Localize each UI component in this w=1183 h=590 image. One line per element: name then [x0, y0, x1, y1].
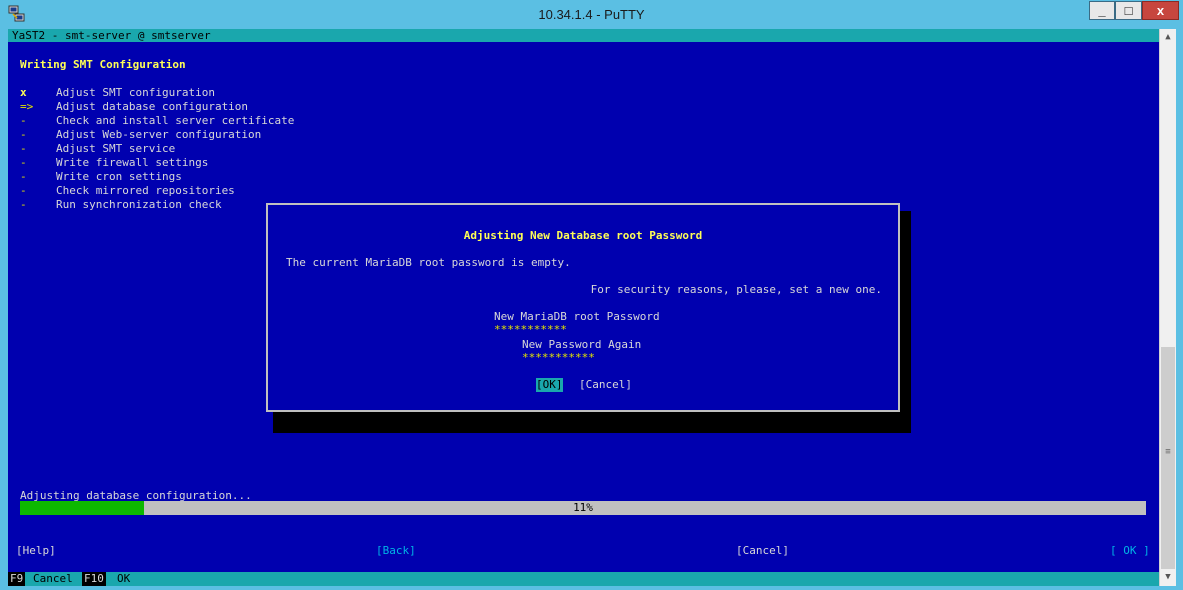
window-title: 10.34.1.4 - PuTTY [538, 7, 645, 22]
dialog-message-security: For security reasons, please, set a new … [590, 283, 882, 296]
function-key-bar: F9 Cancel F10 OK [8, 572, 1159, 586]
step-mark: x [20, 86, 27, 99]
header-text: YaST2 - smt-server @ smtserver [12, 29, 211, 42]
minimize-button[interactable]: _ [1089, 1, 1115, 20]
step-item: - Check and install server certificate [20, 114, 294, 128]
close-button[interactable]: x [1142, 1, 1179, 20]
progress-percent: 11% [573, 501, 593, 514]
step-mark: - [20, 170, 27, 183]
cancel-button[interactable]: [Cancel] [736, 544, 789, 558]
help-button[interactable]: [Help] [16, 544, 56, 558]
step-item: - Adjust SMT service [20, 142, 175, 156]
step-item: - Write firewall settings [20, 156, 208, 170]
password-again-input[interactable]: *********** [522, 351, 595, 365]
step-label: Check mirrored repositories [56, 184, 235, 197]
step-item: => Adjust database configuration [20, 100, 248, 114]
step-label: Adjust SMT service [56, 142, 176, 155]
step-label: Adjust SMT configuration [56, 86, 215, 99]
step-label: Write firewall settings [56, 156, 209, 169]
password-label: New MariaDB root Password [494, 310, 660, 323]
maximize-icon: □ [1124, 3, 1133, 18]
password-again-label: New Password Again [522, 338, 642, 351]
step-item: - Check mirrored repositories [20, 184, 235, 198]
password-dialog: Adjusting New Database root Password The… [266, 203, 900, 412]
progress-bar: 11% [20, 501, 1146, 515]
step-mark: - [20, 198, 27, 211]
minimize-icon: _ [1098, 3, 1106, 18]
back-button[interactable]: [Back] [376, 544, 416, 558]
step-item: x Adjust SMT configuration [20, 86, 215, 100]
vertical-scrollbar[interactable]: ▲ ≡ ▼ [1159, 29, 1176, 586]
step-item: - Run synchronization check [20, 198, 222, 212]
step-mark: - [20, 128, 27, 141]
fkey-f10[interactable]: F10 [82, 572, 106, 586]
step-mark: => [20, 100, 34, 113]
fkey-f10-label: OK [117, 572, 131, 585]
terminal-screen[interactable]: YaST2 - smt-server @ smtserver Writing S… [8, 29, 1159, 586]
ok-button[interactable]: [ OK ] [1110, 544, 1150, 558]
section-title: Writing SMT Configuration [20, 58, 186, 71]
scroll-grip-icon: ≡ [1165, 447, 1171, 457]
step-mark: - [20, 114, 27, 127]
putty-window: 10.34.1.4 - PuTTY _ □ x YaST2 - smt-serv… [0, 0, 1183, 590]
step-label: Adjust database configuration [56, 100, 249, 113]
scroll-thumb[interactable]: ≡ [1161, 347, 1175, 569]
close-icon: x [1156, 3, 1165, 18]
scroll-up-arrow-icon[interactable]: ▲ [1160, 29, 1176, 46]
step-label: Write cron settings [56, 170, 182, 183]
fkey-f9-label: Cancel [33, 572, 73, 585]
maximize-button[interactable]: □ [1115, 1, 1142, 20]
terminal-header: YaST2 - smt-server @ smtserver [8, 29, 1159, 42]
step-item: - Write cron settings [20, 170, 182, 184]
dialog-title: Adjusting New Database root Password [463, 229, 703, 242]
step-mark: - [20, 156, 27, 169]
dialog-cancel-button[interactable]: [Cancel] [579, 378, 632, 392]
step-mark: - [20, 184, 27, 197]
scroll-down-arrow-icon[interactable]: ▼ [1160, 569, 1176, 586]
password-input[interactable]: *********** [494, 323, 567, 337]
step-label: Adjust Web-server configuration [56, 128, 262, 141]
title-bar[interactable]: 10.34.1.4 - PuTTY _ □ x [0, 0, 1183, 29]
dialog-ok-button[interactable]: [OK] [536, 378, 563, 392]
step-mark: - [20, 142, 27, 155]
step-label: Check and install server certificate [56, 114, 295, 127]
step-item: - Adjust Web-server configuration [20, 128, 261, 142]
fkey-f9[interactable]: F9 [8, 572, 26, 586]
step-label: Run synchronization check [56, 198, 222, 211]
dialog-message: The current MariaDB root password is emp… [286, 256, 571, 269]
